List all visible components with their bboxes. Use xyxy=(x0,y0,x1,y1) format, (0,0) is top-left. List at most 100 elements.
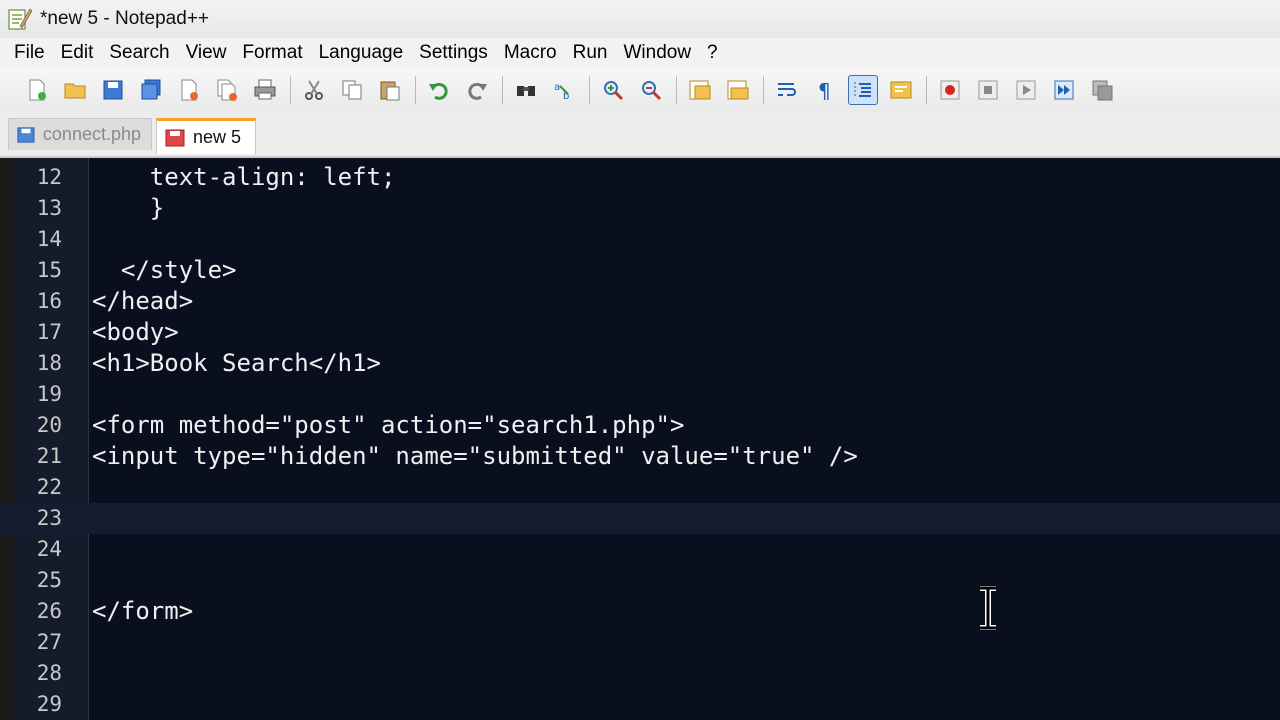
paste-icon[interactable] xyxy=(375,75,405,105)
close-icon[interactable] xyxy=(174,75,204,105)
line-number: 22 xyxy=(36,475,62,499)
tab-new-5[interactable]: new 5 xyxy=(156,118,256,154)
line-number: 13 xyxy=(36,196,62,220)
code-line[interactable]: 26 </form> xyxy=(0,596,1280,627)
code-line[interactable]: 23 xyxy=(0,503,1280,534)
menu-edit[interactable]: Edit xyxy=(53,38,102,68)
indent-guide-icon[interactable] xyxy=(848,75,878,105)
code-line[interactable]: 20 <form method="post" action="search1.ph… xyxy=(0,410,1280,441)
close-all-icon[interactable] xyxy=(212,75,242,105)
code-editor[interactable]: 12 text-align: left; 13 } 14 15 </style> 16 <… xyxy=(0,158,1280,720)
toolbar-separator xyxy=(502,76,503,104)
record-macro-icon[interactable] xyxy=(935,75,965,105)
save-all-icon[interactable] xyxy=(136,75,166,105)
line-number: 23 xyxy=(36,506,62,530)
toolbar-separator xyxy=(926,76,927,104)
new-file-icon[interactable] xyxy=(22,75,52,105)
tab-label: connect.php xyxy=(42,124,141,144)
toolbar: ab ¶ xyxy=(0,68,1280,112)
menu-search[interactable]: Search xyxy=(101,38,177,68)
sync-horizontal-icon[interactable] xyxy=(723,75,753,105)
find-icon[interactable] xyxy=(511,75,541,105)
tab-label: new 5 xyxy=(193,127,242,147)
notepad-plus-plus-logo-icon xyxy=(8,8,32,30)
line-number: 21 xyxy=(36,444,62,468)
sync-vertical-icon[interactable] xyxy=(685,75,715,105)
code-text[interactable]: <input type="hidden" name="submitted" va… xyxy=(92,441,858,472)
play-macro-icon[interactable] xyxy=(1011,75,1041,105)
show-all-chars-icon[interactable]: ¶ xyxy=(810,75,840,105)
menu-window[interactable]: Window xyxy=(615,38,699,68)
code-text[interactable]: </form> xyxy=(92,596,193,627)
code-line[interactable]: 18 <h1>Book Search</h1> xyxy=(0,348,1280,379)
line-number: 19 xyxy=(36,382,62,406)
line-number: 27 xyxy=(36,630,62,654)
code-line[interactable]: 28 xyxy=(0,658,1280,689)
line-number: 18 xyxy=(36,351,62,375)
code-text[interactable]: </head> xyxy=(92,286,193,317)
line-number: 24 xyxy=(36,537,62,561)
save-icon[interactable] xyxy=(98,75,128,105)
code-line[interactable]: 15 </style> xyxy=(0,255,1280,286)
zoom-in-icon[interactable] xyxy=(598,75,628,105)
redo-icon[interactable] xyxy=(462,75,492,105)
code-line[interactable]: 24 xyxy=(0,534,1280,565)
title-bar: *new 5 - Notepad++ xyxy=(0,0,1280,38)
menu-macro[interactable]: Macro xyxy=(496,38,565,68)
cut-icon[interactable] xyxy=(299,75,329,105)
line-number: 25 xyxy=(36,568,62,592)
save-macro-icon[interactable] xyxy=(1087,75,1117,105)
svg-text:a: a xyxy=(554,82,560,93)
toolbar-separator xyxy=(415,76,416,104)
code-line[interactable]: 12 text-align: left; xyxy=(0,162,1280,193)
code-text[interactable]: text-align: left; xyxy=(92,162,396,193)
run-macro-multiple-icon[interactable] xyxy=(1049,75,1079,105)
menu-bar: File Edit Search View Format Language Se… xyxy=(0,38,1280,68)
line-number: 29 xyxy=(36,692,62,716)
code-text[interactable]: <body> xyxy=(92,317,179,348)
code-line[interactable]: 14 xyxy=(0,224,1280,255)
toolbar-separator xyxy=(676,76,677,104)
toolbar-separator xyxy=(763,76,764,104)
code-line[interactable]: 25 xyxy=(0,565,1280,596)
code-line[interactable]: 27 xyxy=(0,627,1280,658)
code-text[interactable]: <form method="post" action="search1.php"… xyxy=(92,410,684,441)
menu-file[interactable]: File xyxy=(0,38,53,68)
svg-text:¶: ¶ xyxy=(818,79,831,102)
code-line[interactable]: 17 <body> xyxy=(0,317,1280,348)
code-text[interactable]: } xyxy=(92,193,164,224)
code-line[interactable]: 21 <input type="hidden" name="submitted" … xyxy=(0,441,1280,472)
menu-help[interactable]: ? xyxy=(699,38,726,68)
line-number: 15 xyxy=(36,258,62,282)
code-line[interactable]: 16 </head> xyxy=(0,286,1280,317)
text-cursor-icon xyxy=(980,586,996,630)
code-line[interactable]: 13 } xyxy=(0,193,1280,224)
code-line[interactable]: 29 xyxy=(0,689,1280,720)
line-number: 16 xyxy=(36,289,62,313)
line-number: 12 xyxy=(36,165,62,189)
line-number: 20 xyxy=(36,413,62,437)
copy-icon[interactable] xyxy=(337,75,367,105)
undo-icon[interactable] xyxy=(424,75,454,105)
word-wrap-icon[interactable] xyxy=(772,75,802,105)
saved-file-icon xyxy=(17,126,35,143)
tab-connect-php[interactable]: connect.php xyxy=(8,118,152,150)
code-line[interactable]: 22 xyxy=(0,472,1280,503)
menu-format[interactable]: Format xyxy=(234,38,310,68)
code-line[interactable]: 19 xyxy=(0,379,1280,410)
line-number: 26 xyxy=(36,599,62,623)
document-tab-bar: connect.php new 5 xyxy=(0,112,1280,158)
menu-language[interactable]: Language xyxy=(311,38,412,68)
menu-settings[interactable]: Settings xyxy=(411,38,496,68)
user-language-icon[interactable] xyxy=(886,75,916,105)
print-icon[interactable] xyxy=(250,75,280,105)
zoom-out-icon[interactable] xyxy=(636,75,666,105)
menu-view[interactable]: View xyxy=(178,38,235,68)
line-number: 28 xyxy=(36,661,62,685)
code-text[interactable]: </style> xyxy=(92,255,237,286)
code-text[interactable]: <h1>Book Search</h1> xyxy=(92,348,381,379)
open-file-icon[interactable] xyxy=(60,75,90,105)
stop-record-icon[interactable] xyxy=(973,75,1003,105)
menu-run[interactable]: Run xyxy=(565,38,616,68)
replace-icon[interactable]: ab xyxy=(549,75,579,105)
